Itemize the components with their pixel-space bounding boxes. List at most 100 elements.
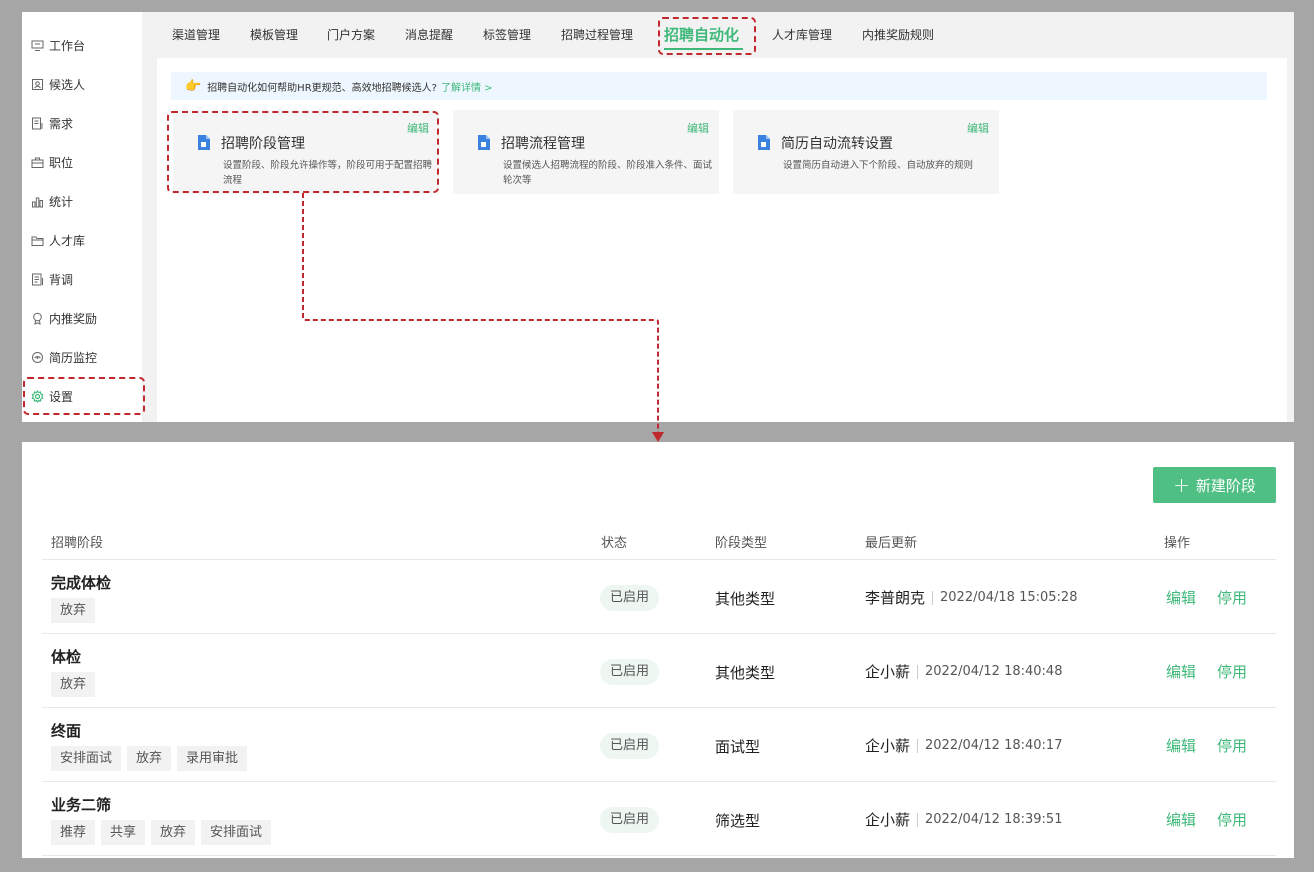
disable-button[interactable]: 停用 [1217,661,1247,682]
sidebar-item-label: 工作台 [49,38,86,53]
feature-card-process-management[interactable]: 招聘流程管理 编辑 设置候选人招聘流程的阶段、阶段准入条件、面试轮次等 [453,110,719,194]
learn-more-link[interactable]: 了解详情 > [441,79,493,94]
sidebar-item-label: 简历监控 [49,350,98,365]
feature-title: 招聘流程管理 [501,136,585,152]
column-header-actions: 操作 [1164,536,1191,551]
stage-type: 其他类型 [715,590,776,608]
sidebar-item-label: 人才库 [49,233,86,248]
pointing-hand-icon: 👉 [185,78,202,94]
stage-tags: 放弃 [51,598,101,623]
sidebar-item-candidates[interactable]: 候选人 [24,66,143,102]
tab-recruitment-process[interactable]: 招聘过程管理 [561,26,633,43]
tab-message-reminder[interactable]: 消息提醒 [405,26,453,43]
last-updated: 李普朗克 2022/04/18 15:05:28 [865,587,1077,608]
stage-name: 完成体检 [51,574,112,592]
edit-button[interactable]: 编辑 [1166,809,1196,830]
sidebar-item-positions[interactable]: 职位 [24,144,143,180]
sidebar: 工作台 候选人 需求 职位 统计 人才库 背调 内推奖励 简历监控 设置 [22,12,142,422]
status-badge: 已启用 [600,585,660,611]
tab-tag-management[interactable]: 标签管理 [483,26,531,43]
stage-tag: 放弃 [127,746,172,771]
edit-link[interactable]: 编辑 [967,120,989,136]
tab-talent-pool-management[interactable]: 人才库管理 [772,26,832,43]
tab-template-management[interactable]: 模板管理 [250,26,298,43]
stage-type: 其他类型 [715,664,776,682]
sidebar-item-requirements[interactable]: 需求 [24,105,143,141]
tab-portal-scheme[interactable]: 门户方案 [327,26,375,43]
feature-description: 设置候选人招聘流程的阶段、阶段准入条件、面试轮次等 [503,160,713,186]
updated-by: 李普朗克 [865,589,926,607]
edit-button[interactable]: 编辑 [1166,661,1196,682]
medal-icon [30,311,44,325]
sidebar-item-resume-monitor[interactable]: 简历监控 [24,339,143,375]
stage-tag: 放弃 [151,820,196,845]
stage-tags: 放弃 [51,672,101,697]
settings-screen: 工作台 候选人 需求 职位 统计 人才库 背调 内推奖励 简历监控 设置 渠道管… [22,12,1294,422]
report-icon [30,272,44,286]
new-stage-label: 新建阶段 [1195,476,1256,495]
disable-button[interactable]: 停用 [1217,809,1247,830]
bar-chart-icon [30,194,44,208]
folder-icon [30,233,44,247]
settings-main: 渠道管理 模板管理 门户方案 消息提醒 标签管理 招聘过程管理 招聘自动化 人才… [144,12,1294,422]
updated-by: 企小薪 [865,737,911,755]
tab-channel-management[interactable]: 渠道管理 [172,26,220,43]
sidebar-item-statistics[interactable]: 统计 [24,183,143,219]
table-row: 体检 放弃 已启用 其他类型 企小薪 2022/04/12 18:40:48 编… [42,634,1276,708]
edit-button[interactable]: 编辑 [1166,735,1196,756]
document-icon [758,135,770,150]
last-updated: 企小薪 2022/04/12 18:40:48 [865,661,1062,682]
stage-tag: 录用审批 [177,746,248,771]
monitor-eye-icon [30,350,44,364]
updated-by: 企小薪 [865,811,911,829]
tip-text: 招聘自动化如何帮助HR更规范、高效地招聘候选人? [207,82,437,94]
monitor-icon [30,38,44,52]
last-updated: 企小薪 2022/04/12 18:40:17 [865,735,1062,756]
sidebar-item-label: 候选人 [49,77,86,92]
divider [917,738,919,753]
divider [932,590,934,605]
disable-button[interactable]: 停用 [1217,735,1247,756]
sidebar-item-workbench[interactable]: 工作台 [24,27,143,63]
stage-name: 终面 [51,722,82,740]
updated-time: 2022/04/18 15:05:28 [940,590,1078,605]
updated-time: 2022/04/12 18:39:51 [925,812,1063,827]
table-row: 业务二筛 推荐 共享 放弃 安排面试 已启用 筛选型 企小薪 2022/04/1… [42,782,1276,856]
stage-tag: 放弃 [51,672,96,697]
stage-tag: 推荐 [51,820,96,845]
sidebar-item-background-check[interactable]: 背调 [24,261,143,297]
disable-button[interactable]: 停用 [1217,587,1247,608]
table-header: 招聘阶段 状态 阶段类型 最后更新 操作 [42,528,1276,560]
stage-tag: 共享 [101,820,146,845]
highlight-settings [23,377,145,415]
stage-name: 业务二筛 [51,796,112,814]
edit-link[interactable]: 编辑 [687,120,709,136]
last-updated: 企小薪 2022/04/12 18:39:51 [865,809,1062,830]
column-header-type: 阶段类型 [715,536,768,551]
stage-tag: 安排面试 [51,746,122,771]
stage-tag: 放弃 [51,598,96,623]
table-row: 终面 安排面试 放弃 录用审批 已启用 面试型 企小薪 2022/04/12 1… [42,708,1276,782]
contact-icon [30,77,44,91]
stage-tags: 推荐 共享 放弃 安排面试 [51,820,277,845]
sidebar-item-referral-reward[interactable]: 内推奖励 [24,300,143,336]
stage-type: 筛选型 [715,812,761,830]
edit-button[interactable]: 编辑 [1166,587,1196,608]
column-header-stage: 招聘阶段 [51,536,104,551]
sidebar-item-talent-pool[interactable]: 人才库 [24,222,143,258]
status-badge: 已启用 [600,733,660,759]
sidebar-item-label: 统计 [49,194,74,209]
stage-tags: 安排面试 放弃 录用审批 [51,746,253,771]
highlight-stage-card [167,111,439,193]
tab-referral-reward-rules[interactable]: 内推奖励规则 [862,26,934,43]
document-icon [478,135,490,150]
sidebar-item-label: 需求 [49,116,74,131]
status-badge: 已启用 [600,659,660,685]
sidebar-item-label: 内推奖励 [49,311,98,326]
column-header-status: 状态 [601,536,628,551]
new-stage-button[interactable]: + 新建阶段 [1153,467,1276,503]
feature-card-resume-flow[interactable]: 简历自动流转设置 编辑 设置简历自动进入下个阶段、自动放弃的规则 [733,110,999,194]
feature-title: 简历自动流转设置 [781,136,893,152]
info-tip-bar: 👉 招聘自动化如何帮助HR更规范、高效地招聘候选人? 了解详情 > [171,72,1267,100]
stage-name: 体检 [51,648,82,666]
